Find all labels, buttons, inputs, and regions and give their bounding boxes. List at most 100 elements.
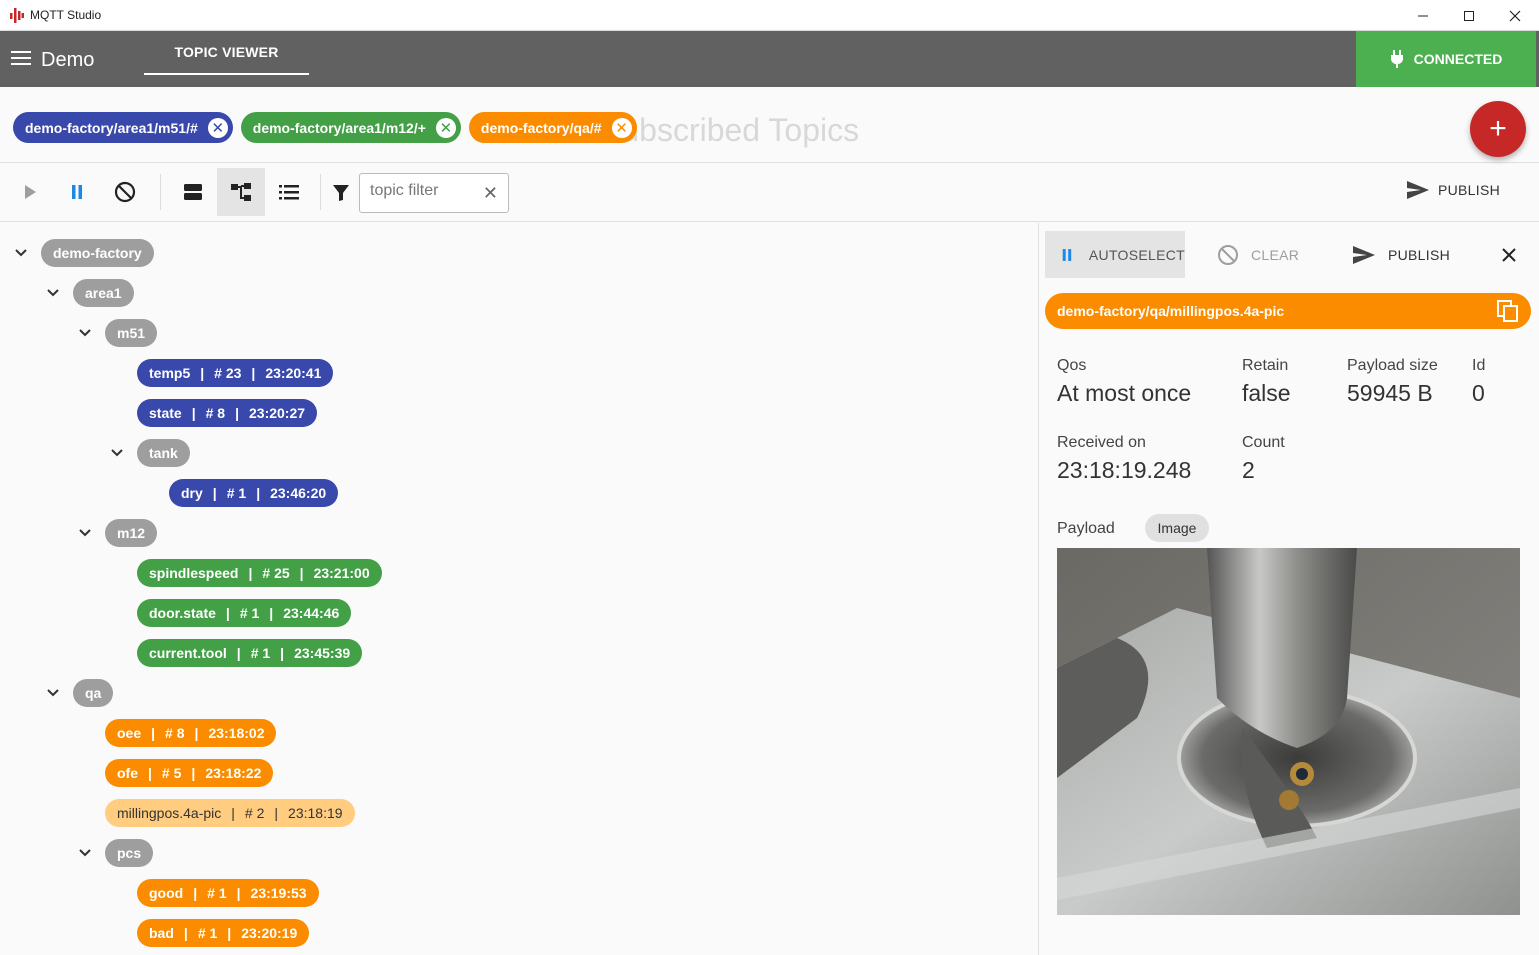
topic-pill[interactable]: bad | # 1 | 23:20:19 [137,919,310,947]
tree-node[interactable]: area1 [47,279,134,307]
toolbar-divider [320,174,321,210]
chevron-down-icon[interactable] [46,686,60,700]
subscription-chip[interactable]: demo-factory/qa/# ✕ [468,112,637,143]
remove-subscription-icon[interactable]: ✕ [611,117,632,138]
topic-pill[interactable]: area1 [73,279,134,307]
chevron-down-icon[interactable] [78,526,92,540]
topic-pill[interactable]: ofe | # 5 | 23:18:22 [105,759,274,787]
tree-leaf[interactable]: ofe | # 5 | 23:18:22 [105,759,274,787]
tree-leaf[interactable]: bad | # 1 | 23:20:19 [137,919,310,947]
publish-message-button[interactable]: PUBLISH [1352,231,1450,278]
window-title: MQTT Studio [30,8,102,22]
payload-image [1057,548,1520,915]
tree-leaf[interactable]: temp5 | # 23 | 23:20:41 [137,359,334,387]
remove-subscription-icon[interactable]: ✕ [207,117,228,138]
payload-label: Payload [1057,520,1115,537]
minimize-button[interactable] [1400,0,1446,31]
tree-node[interactable]: qa [47,679,114,707]
tree-view-button[interactable] [217,168,265,216]
add-subscription-button[interactable]: + [1470,101,1526,157]
list-icon [279,185,299,200]
topic-tree: demo-factory area1 m51 temp5 | # 23 | 23:20:… [0,223,1038,955]
list-view-button[interactable] [265,168,313,216]
clear-tree-button[interactable] [101,168,149,216]
chevron-down-icon[interactable] [110,446,124,460]
tree-node[interactable]: m12 [79,519,158,547]
topic-pill[interactable]: oee | # 8 | 23:18:02 [105,719,277,747]
topic-pill[interactable]: qa [73,679,114,707]
remove-subscription-icon[interactable]: ✕ [435,117,456,138]
topic-pill[interactable]: temp5 | # 23 | 23:20:41 [137,359,334,387]
play-button[interactable] [6,168,54,216]
tree-leaf-selected[interactable]: millingpos.4a-pic | # 2 | 23:18:19 [105,799,355,827]
separator: | [200,365,205,381]
separator: | [212,485,217,501]
topic-pill[interactable]: m51 [105,319,158,347]
hamburger-menu-icon[interactable] [11,51,31,67]
copy-icon[interactable] [1497,300,1519,322]
topic-name: good [149,885,184,901]
topic-filter-field[interactable]: ✕ [359,173,509,213]
clear-button[interactable]: CLEAR [1217,231,1299,278]
topic-pill[interactable]: good | # 1 | 23:19:53 [137,879,319,907]
connection-status-button[interactable]: CONNECTED [1356,31,1536,87]
received-label: Received on [1057,434,1146,451]
tree-node[interactable]: demo-factory [15,239,154,267]
payload-type-chip[interactable]: Image [1145,514,1209,542]
separator: | [191,765,196,781]
separator: | [148,765,152,781]
subscription-chip[interactable]: demo-factory/area1/m51/# ✕ [13,112,233,143]
separator: | [256,485,261,501]
topic-pill[interactable]: current.tool | # 1 | 23:45:39 [137,639,363,667]
topic-pill[interactable]: dry | # 1 | 23:46:20 [169,479,339,507]
chevron-down-icon[interactable] [46,286,60,300]
tree-node[interactable]: tank [111,439,190,467]
pause-button[interactable] [53,168,101,216]
topic-pill[interactable]: door.state | # 1 | 23:44:46 [137,599,352,627]
subscriptions-bar: Subscribed Topics demo-factory/area1/m51… [0,87,1539,163]
topic-pill[interactable]: tank [137,439,190,467]
close-icon [1509,10,1521,21]
publish-label: PUBLISH [1438,182,1501,198]
tree-leaf[interactable]: oee | # 8 | 23:18:02 [105,719,277,747]
chevron-down-icon[interactable] [78,326,92,340]
qos-field: Qos At most once [1057,357,1191,407]
tree-leaf[interactable]: state | # 8 | 23:20:27 [137,399,318,427]
topic-pill[interactable]: spindlespeed | # 25 | 23:21:00 [137,559,382,587]
chevron-down-icon[interactable] [78,846,92,860]
tree-leaf[interactable]: spindlespeed | # 25 | 23:21:00 [137,559,382,587]
play-icon [25,185,36,199]
chevron-down-icon[interactable] [14,246,28,260]
topic-name: spindlespeed [149,565,239,581]
close-window-button[interactable] [1492,0,1538,31]
count-field: Count 2 [1242,434,1285,484]
tree-node[interactable]: pcs [79,839,154,867]
tree-node[interactable]: m51 [79,319,158,347]
tree-leaf[interactable]: dry | # 1 | 23:46:20 [169,479,339,507]
separator: | [194,725,199,741]
filter-icon [333,185,349,201]
connection-name: Demo [41,49,95,71]
subscription-chips: demo-factory/area1/m51/# ✕ demo-factory/… [13,112,637,143]
topic-name: state [149,405,182,421]
topic-pill-selected[interactable]: millingpos.4a-pic | # 2 | 23:18:19 [105,799,355,827]
maximize-button[interactable] [1446,0,1492,31]
card-view-button[interactable] [169,168,217,216]
publish-button[interactable]: PUBLISH [1406,180,1500,200]
topic-pill[interactable]: m12 [105,519,158,547]
message-count: # 8 [165,725,185,741]
autoselect-button[interactable]: AUTOSELECT [1045,231,1185,278]
topic-filter-input[interactable] [370,182,480,200]
payload-size-value: 59945 B [1347,380,1433,406]
topic-pill[interactable]: pcs [105,839,154,867]
tab-topic-viewer[interactable]: TOPIC VIEWER [144,31,309,75]
minimize-icon [1418,15,1428,16]
close-panel-button[interactable] [1501,231,1517,278]
tree-leaf[interactable]: current.tool | # 1 | 23:45:39 [137,639,363,667]
topic-pill[interactable]: demo-factory [41,239,154,267]
tree-leaf[interactable]: good | # 1 | 23:19:53 [137,879,319,907]
tree-leaf[interactable]: door.state | # 1 | 23:44:46 [137,599,352,627]
topic-pill[interactable]: state | # 8 | 23:20:27 [137,399,318,427]
clear-filter-icon[interactable]: ✕ [483,183,498,204]
subscription-chip[interactable]: demo-factory/area1/m12/+ ✕ [240,112,461,143]
